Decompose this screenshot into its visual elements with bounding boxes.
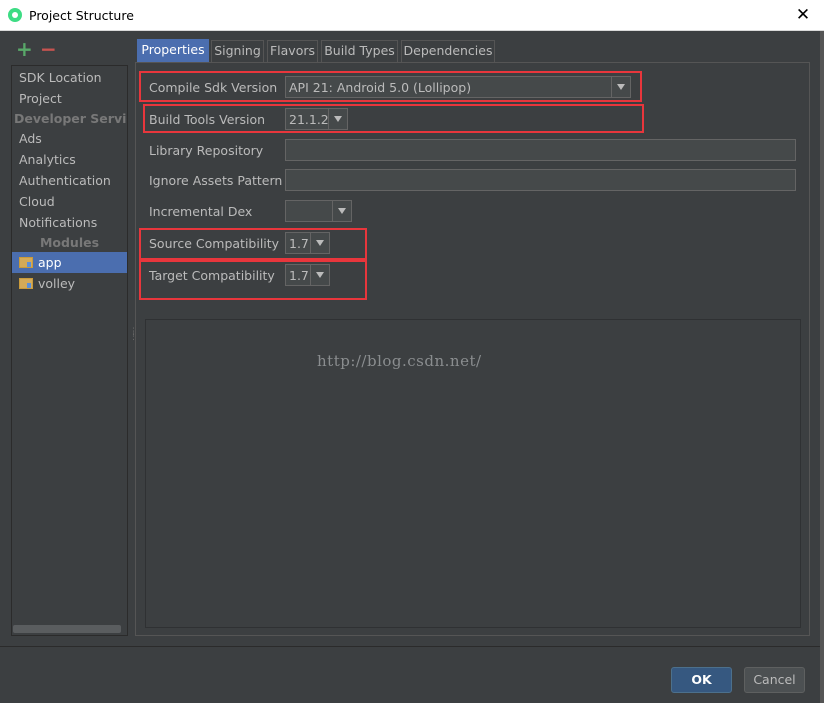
- tab-build-types[interactable]: Build Types: [321, 40, 398, 62]
- close-icon[interactable]: ✕: [790, 3, 816, 27]
- sidebar-group-modules: Modules: [39, 235, 100, 250]
- sidebar-group-developer-services: Developer Services: [14, 111, 127, 126]
- ignore-assets-label: Ignore Assets Pattern: [149, 173, 283, 188]
- highlight-build-tools: [143, 104, 644, 133]
- module-icon: [19, 257, 33, 268]
- chevron-down-icon[interactable]: [332, 201, 351, 221]
- sidebar-item-label: app: [38, 255, 62, 270]
- watermark: http://blog.csdn.net/: [317, 352, 482, 370]
- android-studio-icon: [8, 8, 22, 22]
- sidebar-item-app[interactable]: app: [12, 252, 127, 273]
- add-icon[interactable]: +: [16, 38, 33, 60]
- sidebar-scrollbar[interactable]: [13, 625, 121, 633]
- sidebar-item-sdk-location[interactable]: SDK Location: [12, 67, 127, 88]
- ok-button[interactable]: OK: [671, 667, 732, 693]
- bottom-separator: [0, 646, 824, 647]
- library-repository-label: Library Repository: [149, 143, 264, 158]
- incremental-dex-label: Incremental Dex: [149, 204, 253, 219]
- window-title: Project Structure: [29, 8, 134, 23]
- sidebar-item-analytics[interactable]: Analytics: [12, 149, 127, 170]
- module-icon: [19, 278, 33, 289]
- tab-properties[interactable]: Properties: [137, 39, 209, 62]
- highlight-source-compat: [139, 228, 367, 260]
- tab-signing[interactable]: Signing: [211, 40, 264, 62]
- tab-dependencies[interactable]: Dependencies: [401, 40, 495, 62]
- tab-flavors[interactable]: Flavors: [267, 40, 318, 62]
- window-edge: [820, 31, 824, 703]
- highlight-target-compat: [139, 260, 367, 300]
- highlight-compile-sdk: [139, 71, 642, 102]
- sidebar: SDK Location Project Developer Services …: [11, 65, 128, 636]
- ignore-assets-input[interactable]: [285, 169, 796, 191]
- sidebar-item-volley[interactable]: volley: [12, 273, 127, 294]
- sidebar-item-label: volley: [38, 276, 76, 291]
- splitter-handle[interactable]: ⋮ ⋮: [129, 328, 138, 344]
- sidebar-item-cloud[interactable]: Cloud: [12, 191, 127, 212]
- incremental-dex-dropdown[interactable]: [285, 200, 352, 222]
- cancel-button[interactable]: Cancel: [744, 667, 805, 693]
- sidebar-item-project[interactable]: Project: [12, 88, 127, 109]
- sidebar-item-authentication[interactable]: Authentication: [12, 170, 127, 191]
- sidebar-item-ads[interactable]: Ads: [12, 128, 127, 149]
- sidebar-item-notifications[interactable]: Notifications: [12, 212, 127, 233]
- remove-icon[interactable]: −: [40, 38, 57, 60]
- library-repository-input[interactable]: [285, 139, 796, 161]
- title-bar: Project Structure ✕: [0, 0, 824, 31]
